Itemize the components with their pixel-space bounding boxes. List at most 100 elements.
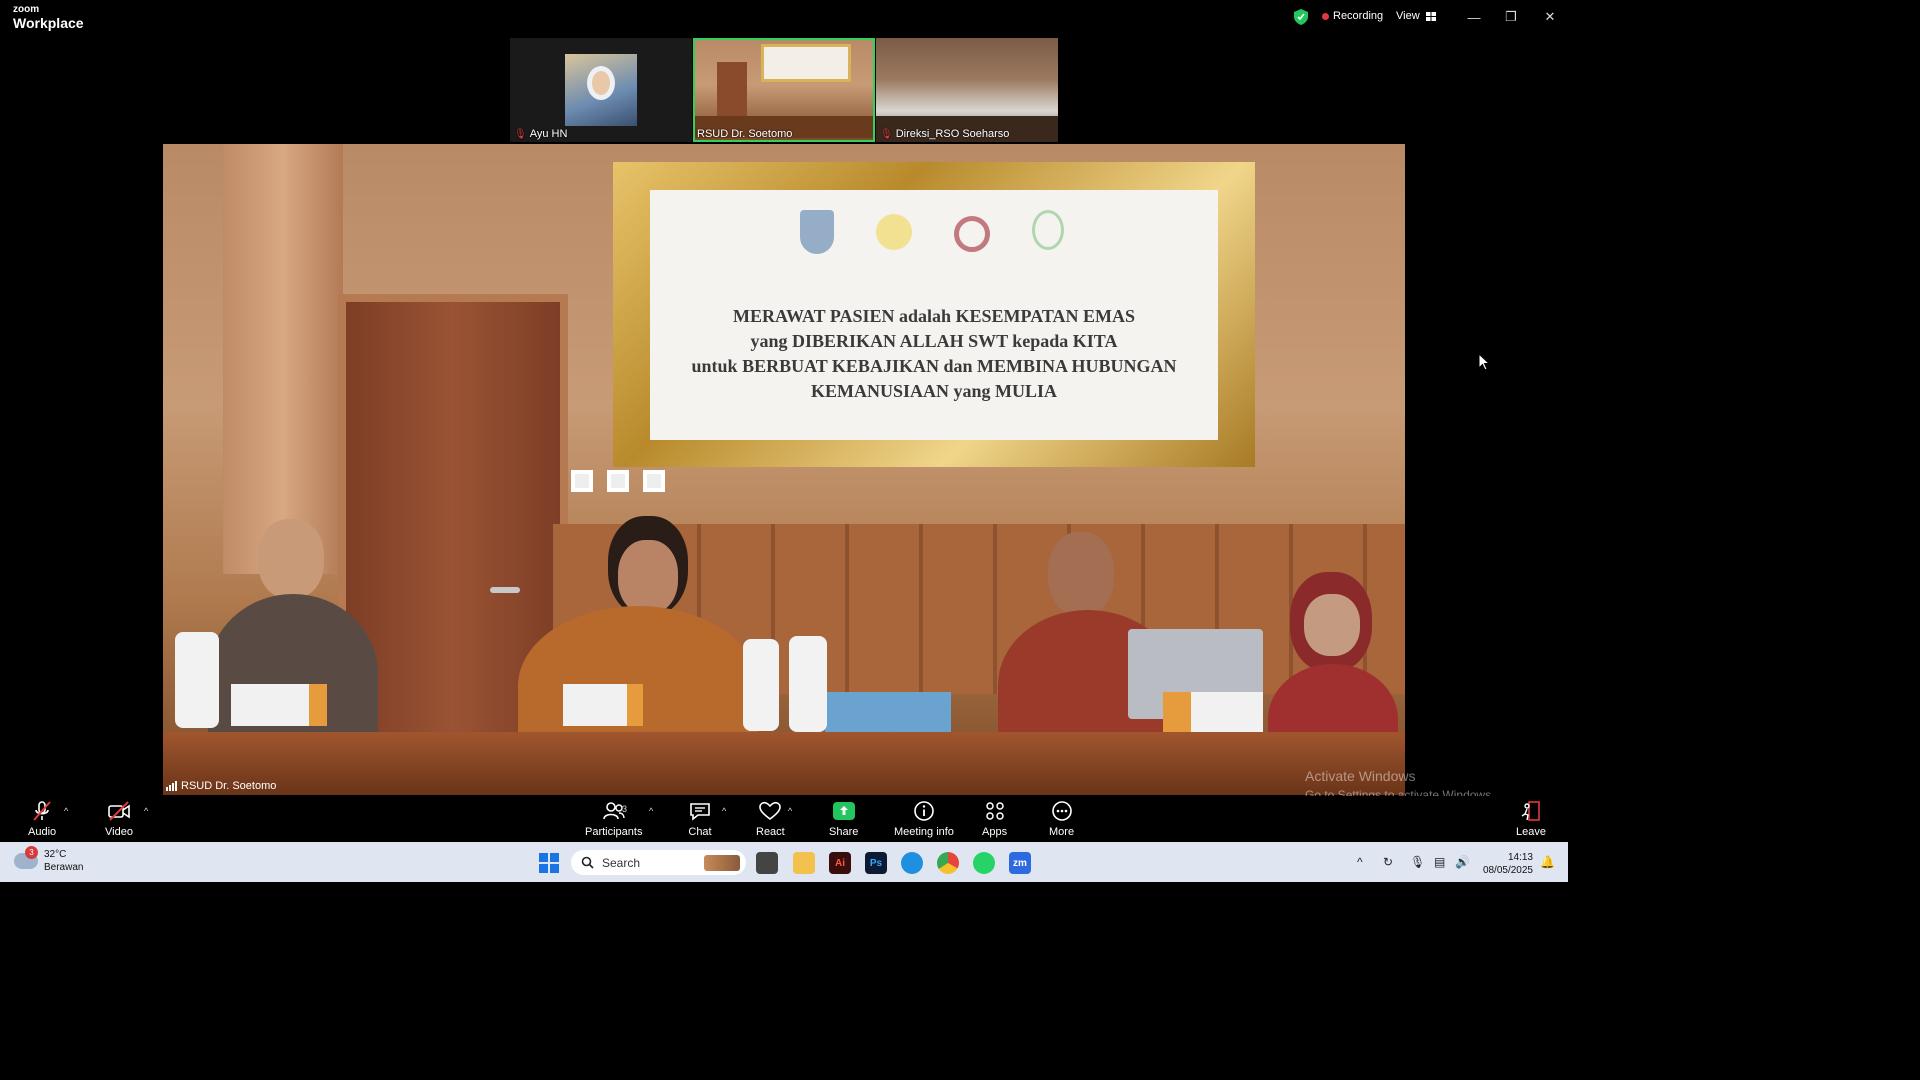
react-label: React	[756, 826, 785, 838]
meeting-info-button[interactable]: Meeting info	[894, 800, 954, 838]
participants-options-chevron-icon[interactable]: ^	[649, 806, 653, 816]
participant-tile-rsud[interactable]: RSUD Dr. Soetomo	[693, 38, 875, 142]
volume-icon[interactable]: 🔊	[1455, 855, 1470, 869]
box-orange-left	[231, 684, 327, 726]
avatar-face	[587, 66, 615, 100]
participants-button[interactable]: Participants	[585, 800, 642, 838]
meeting-toolbar: Audio ^ Video ^ Participants 3 ^ Chat ^ …	[0, 796, 1568, 842]
adobe-illustrator-icon[interactable]: Ai	[829, 852, 851, 874]
banner-line-3: untuk BERBUAT KEBAJIKAN dan MEMBINA HUBU…	[691, 356, 1177, 376]
file-explorer-icon[interactable]	[793, 852, 815, 874]
apps-button[interactable]: Apps	[982, 800, 1007, 838]
edge-browser-icon[interactable]	[901, 852, 923, 874]
participant-tile-direksi[interactable]: 🎙 Direksi_RSO Soeharso	[876, 38, 1058, 142]
participants-label: Participants	[585, 826, 643, 838]
audio-button[interactable]: Audio	[28, 800, 56, 838]
mouse-cursor-icon	[1478, 353, 1490, 371]
chat-icon	[690, 803, 710, 821]
audio-options-chevron-icon[interactable]: ^	[64, 806, 68, 816]
thumbnail-door	[717, 62, 747, 124]
thumbnail-banner	[761, 44, 851, 82]
share-label: Share	[829, 826, 859, 838]
participant-name: 🎙 Direksi_RSO Soeharso	[880, 128, 1010, 140]
minimize-icon[interactable]: —	[1464, 8, 1484, 26]
video-label: Video	[105, 826, 133, 838]
bottle-3	[789, 636, 827, 732]
leaf-logo-icon	[1032, 210, 1064, 250]
weather-desc: Berawan	[44, 862, 84, 873]
encryption-shield-icon[interactable]	[1294, 9, 1308, 25]
chrome-browser-icon[interactable]	[937, 852, 959, 874]
meeting-info-label: Meeting info	[894, 826, 954, 838]
weather-badge: 3	[25, 846, 38, 859]
grid-view-icon	[1425, 11, 1436, 21]
banner-text: MERAWAT PASIEN adalah KESEMPATAN EMAS ya…	[650, 304, 1218, 404]
react-options-chevron-icon[interactable]: ^	[788, 806, 792, 816]
microphone-tray-icon[interactable]: 🎙	[1410, 855, 1425, 869]
view-label: View	[1396, 10, 1420, 22]
door-handle	[490, 587, 520, 593]
leave-button[interactable]: Leave	[1516, 800, 1546, 838]
mic-muted-icon: 🎙	[514, 128, 527, 140]
clock-time: 14:13	[1507, 852, 1533, 863]
heart-react-icon	[759, 801, 782, 821]
network-icon[interactable]: ▤	[1434, 855, 1445, 869]
more-button[interactable]: More	[1049, 800, 1074, 838]
clock-date: 08/05/2025	[1482, 865, 1533, 876]
participant-name: 🎙 Ayu HN	[514, 128, 568, 140]
participants-count: 3	[622, 804, 628, 814]
zoom-logo: zoom Workplace	[13, 4, 84, 31]
chat-label: Chat	[688, 826, 712, 838]
share-button[interactable]: Share	[829, 800, 858, 838]
close-icon[interactable]: ✕	[1540, 8, 1560, 26]
windows-start-icon[interactable]	[539, 853, 559, 873]
video-button[interactable]: Video	[105, 800, 133, 838]
search-placeholder: Search	[602, 855, 641, 870]
tissue-box	[825, 692, 951, 732]
banner-line-2: yang DIBERIKAN ALLAH SWT kepada KITA	[750, 331, 1118, 351]
photoshop-icon[interactable]: Ps	[865, 852, 887, 874]
view-button[interactable]: View	[1396, 10, 1436, 22]
watermark-line-1: Activate Windows	[1305, 768, 1416, 784]
leave-label: Leave	[1516, 826, 1546, 838]
share-screen-icon	[832, 802, 855, 820]
task-view-icon[interactable]	[756, 852, 778, 874]
react-button[interactable]: React	[756, 800, 785, 838]
main-video[interactable]: MERAWAT PASIEN adalah KESEMPATAN EMAS ya…	[163, 144, 1405, 795]
bottle-2	[743, 639, 779, 731]
participant-name: RSUD Dr. Soetomo	[697, 128, 793, 140]
recording-label: Recording	[1333, 10, 1384, 22]
taskbar-search[interactable]: Search	[571, 850, 746, 875]
signal-strength-icon	[166, 781, 177, 791]
brand-top: zoom	[13, 4, 40, 15]
banner-line-1: MERAWAT PASIEN adalah KESEMPATAN EMAS	[732, 306, 1136, 326]
video-off-icon	[108, 801, 130, 821]
leave-icon	[1521, 801, 1540, 821]
mic-muted-icon	[33, 801, 51, 821]
wall-switches	[571, 470, 665, 492]
apps-label: Apps	[982, 826, 1008, 838]
sync-icon[interactable]: ↻	[1383, 855, 1393, 869]
zoom-app-icon[interactable]: zm	[1009, 852, 1031, 874]
logo-row	[800, 210, 1064, 254]
chat-button[interactable]: Chat	[688, 800, 712, 838]
search-icon	[581, 856, 594, 869]
video-options-chevron-icon[interactable]: ^	[144, 806, 148, 816]
whatsapp-icon[interactable]	[973, 852, 995, 874]
windows-taskbar: 32°C Berawan 3 Search Ai Ps zm ^ ↻ 🎙 ▤ 🔊…	[0, 842, 1568, 882]
east-java-logo-icon	[800, 210, 834, 254]
clock[interactable]: 14:13 08/05/2025	[1480, 851, 1533, 877]
recording-indicator[interactable]: Recording	[1322, 10, 1383, 22]
chat-options-chevron-icon[interactable]: ^	[722, 806, 726, 816]
participant-tile-ayu[interactable]: 🎙 Ayu HN	[510, 38, 692, 142]
weather-temp: 32°C	[44, 849, 67, 860]
recording-dot-icon	[1322, 12, 1329, 20]
tray-expand-chevron-icon[interactable]: ^	[1357, 855, 1363, 869]
banner: MERAWAT PASIEN adalah KESEMPATAN EMAS ya…	[650, 190, 1218, 440]
sun-logo-icon	[876, 214, 912, 250]
main-video-label: RSUD Dr. Soetomo	[166, 780, 276, 792]
apps-icon	[985, 802, 1004, 820]
restore-icon[interactable]: ❐	[1501, 8, 1521, 26]
notification-bell-icon[interactable]: 🔔	[1540, 855, 1555, 869]
conference-table	[163, 732, 1405, 795]
